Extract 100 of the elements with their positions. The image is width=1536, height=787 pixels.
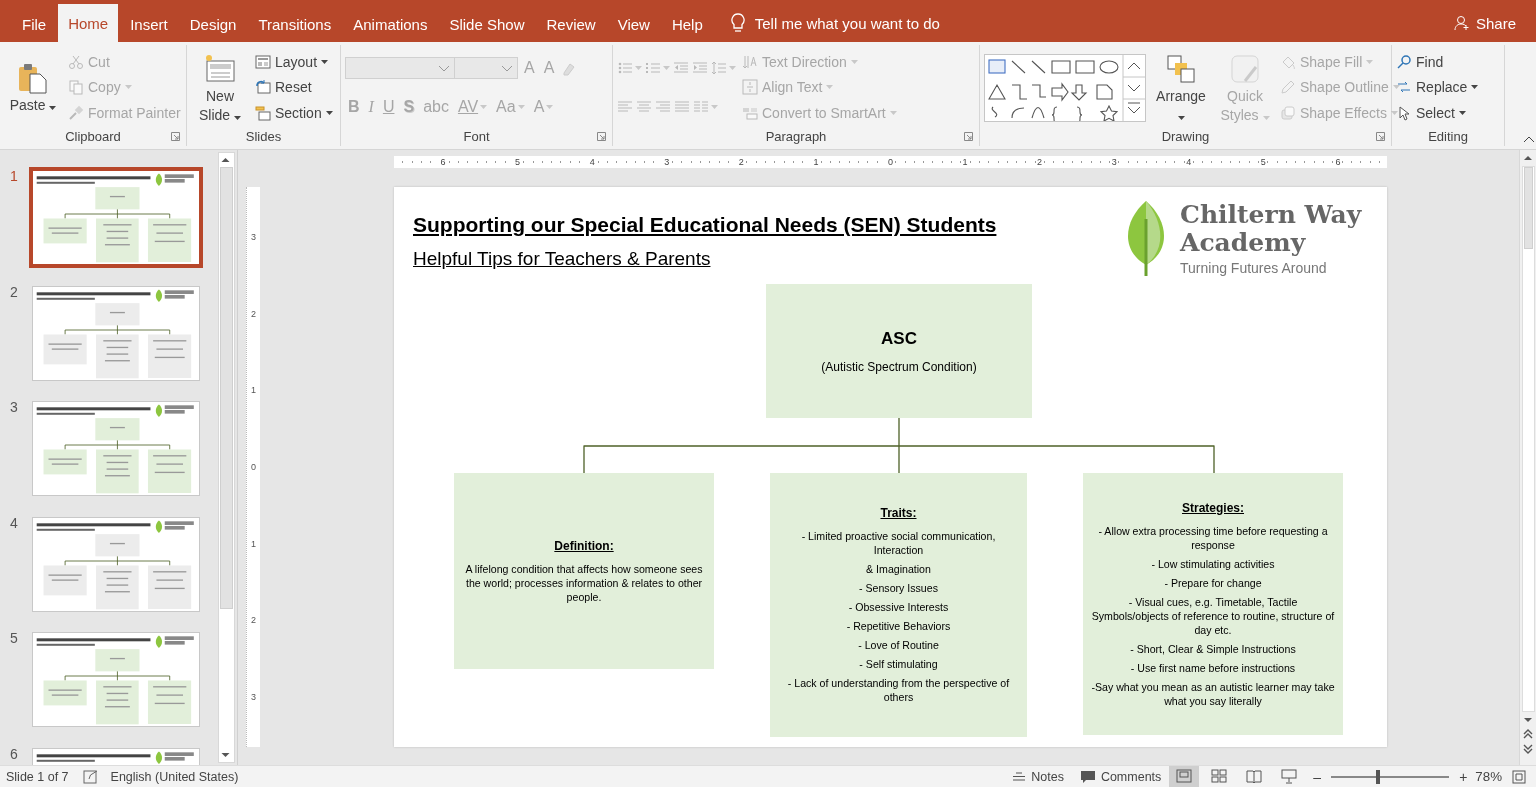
- paste-button[interactable]: Paste: [4, 60, 62, 115]
- ribbon-tab[interactable]: Review: [536, 6, 606, 42]
- slide-number: 5: [9, 630, 19, 646]
- scrollbar-thumb[interactable]: [220, 167, 233, 609]
- reset-button[interactable]: Reset: [255, 75, 312, 100]
- columns-icon: [693, 98, 709, 115]
- ruler-number: 5: [1259, 156, 1268, 168]
- logo-tagline: Turning Futures Around: [1180, 260, 1328, 276]
- notes-icon: [1012, 771, 1027, 782]
- ruler-number: 3: [1110, 156, 1119, 168]
- dialog-launcher-icon[interactable]: [964, 132, 973, 141]
- slide-thumbnail[interactable]: [32, 285, 200, 381]
- scrollbar-thumb[interactable]: [1523, 167, 1533, 249]
- node-text: - Use first name before instructions: [1130, 660, 1296, 675]
- ribbon-tab[interactable]: File: [12, 6, 57, 42]
- slide-number: 3: [9, 399, 19, 415]
- comment-icon: [1079, 769, 1096, 784]
- arrange-icon: [1165, 52, 1197, 85]
- search-icon: [1396, 53, 1412, 70]
- spelling-icon[interactable]: [82, 769, 99, 784]
- previous-slide-button[interactable]: [1522, 728, 1534, 740]
- brush-icon: [68, 105, 84, 122]
- zoom-level[interactable]: 78%: [1475, 769, 1502, 784]
- notes-button[interactable]: Notes: [1004, 766, 1072, 787]
- arrange-button[interactable]: Arrange: [1152, 50, 1210, 125]
- pencil-icon: [1280, 79, 1296, 96]
- ruler-number: 2: [251, 615, 256, 626]
- slider-thumb[interactable]: [1376, 769, 1381, 784]
- group-label: Paragraph: [765, 128, 827, 144]
- normal-view-icon: [1176, 769, 1193, 784]
- cursor-icon: [1396, 105, 1412, 122]
- ribbon-tab[interactable]: Design: [179, 6, 247, 42]
- person-icon: [1453, 15, 1470, 31]
- node-text: - Low stimulating activities: [1151, 556, 1275, 571]
- share-button[interactable]: Share: [1453, 4, 1516, 42]
- slide-number: 1: [9, 168, 19, 184]
- ribbon-tab[interactable]: Slide Show: [439, 6, 535, 42]
- slide-number: 4: [9, 514, 19, 531]
- fit-to-window-icon[interactable]: [1512, 769, 1526, 784]
- layout-button[interactable]: Layout: [255, 49, 329, 74]
- lightbulb-icon: [730, 13, 745, 33]
- slide-thumbnail[interactable]: [32, 170, 200, 265]
- align-text-icon: [742, 79, 758, 96]
- dialog-launcher-icon[interactable]: [171, 132, 180, 141]
- group-label: Slides: [245, 128, 282, 144]
- slide-sorter-icon: [1211, 769, 1228, 784]
- section-button[interactable]: Section: [255, 101, 333, 126]
- slide-title: Supporting our Special Educational Needs (SEN) Students: [413, 213, 997, 237]
- next-slide-button[interactable]: [1522, 743, 1534, 755]
- zoom-out-button[interactable]: –: [1309, 768, 1326, 785]
- chevron-icon: [501, 64, 513, 72]
- slide-thumbnail[interactable]: [32, 401, 200, 496]
- ribbon-tab[interactable]: Insert: [120, 6, 178, 42]
- node-text: - Allow extra processing time before requesting a response: [1097, 523, 1329, 552]
- reading-view-icon: [1246, 769, 1263, 784]
- scroll-down-button[interactable]: [1522, 715, 1534, 725]
- language-label: English (United States): [110, 769, 239, 784]
- node-text: - Short, Clear & Simple Instructions: [1130, 641, 1296, 656]
- ribbon-tab[interactable]: Transitions: [248, 6, 342, 42]
- line-spacing-icon: [711, 60, 727, 77]
- chevron-icon: [438, 64, 450, 72]
- slide-thumbnail[interactable]: [32, 516, 200, 612]
- ruler-number: 1: [251, 538, 256, 549]
- comments-button[interactable]: Comments: [1071, 766, 1170, 787]
- text-direction-icon: [742, 53, 758, 70]
- ruler-number: 6: [1333, 156, 1342, 168]
- node-heading: ASC: [881, 328, 917, 349]
- node-text: - Lack of understanding from the perspective of others: [786, 676, 1011, 704]
- copy-icon: [68, 79, 84, 96]
- find-button[interactable]: Find: [1396, 49, 1444, 74]
- shapes-gallery[interactable]: [984, 53, 1146, 122]
- ribbon-tab[interactable]: Help: [661, 6, 713, 42]
- view-button[interactable]: [1169, 766, 1200, 787]
- align-left-icon: [617, 98, 633, 115]
- node-text: - Limited proactive social communication, Interaction: [800, 529, 997, 557]
- node-text: (Autistic Spectrum Condition): [821, 359, 977, 374]
- zoom-in-button[interactable]: +: [1455, 768, 1472, 785]
- node-text: & Imagination: [866, 562, 931, 576]
- node-text: - Love of Routine: [858, 638, 939, 652]
- scroll-up-button[interactable]: [1522, 153, 1534, 163]
- slide-thumbnail[interactable]: [32, 632, 200, 727]
- group-label: Font: [463, 128, 490, 144]
- node-text: A lifelong condition that affects how someone sees the world; processes information & relates to other people.: [464, 561, 704, 604]
- justify-icon: [674, 98, 690, 115]
- ruler-number: 2: [251, 308, 256, 319]
- ruler-number: 2: [1035, 156, 1044, 168]
- ribbon-tab[interactable]: Home: [58, 4, 119, 42]
- collapse-ribbon-icon[interactable]: [1523, 136, 1535, 143]
- select-button[interactable]: Select: [1396, 101, 1466, 126]
- node-text: - Visual cues, e.g. Timetable, Tactile Symbols/objects of reference to routine, structure of day etc.: [1090, 594, 1336, 637]
- group-label: Editing: [1428, 128, 1468, 144]
- new-slide-button[interactable]: New Slide: [191, 50, 249, 125]
- dialog-launcher-icon[interactable]: [1376, 132, 1385, 141]
- ribbon-tab[interactable]: View: [607, 6, 660, 42]
- dialog-launcher-icon[interactable]: [597, 132, 606, 141]
- ruler-number: 1: [251, 385, 256, 396]
- ruler-number: 3: [662, 156, 671, 168]
- ribbon-tab[interactable]: Animations: [343, 6, 438, 42]
- ruler-number: 6: [439, 156, 447, 168]
- tell-me-field[interactable]: Tell me what you want to do: [752, 13, 987, 33]
